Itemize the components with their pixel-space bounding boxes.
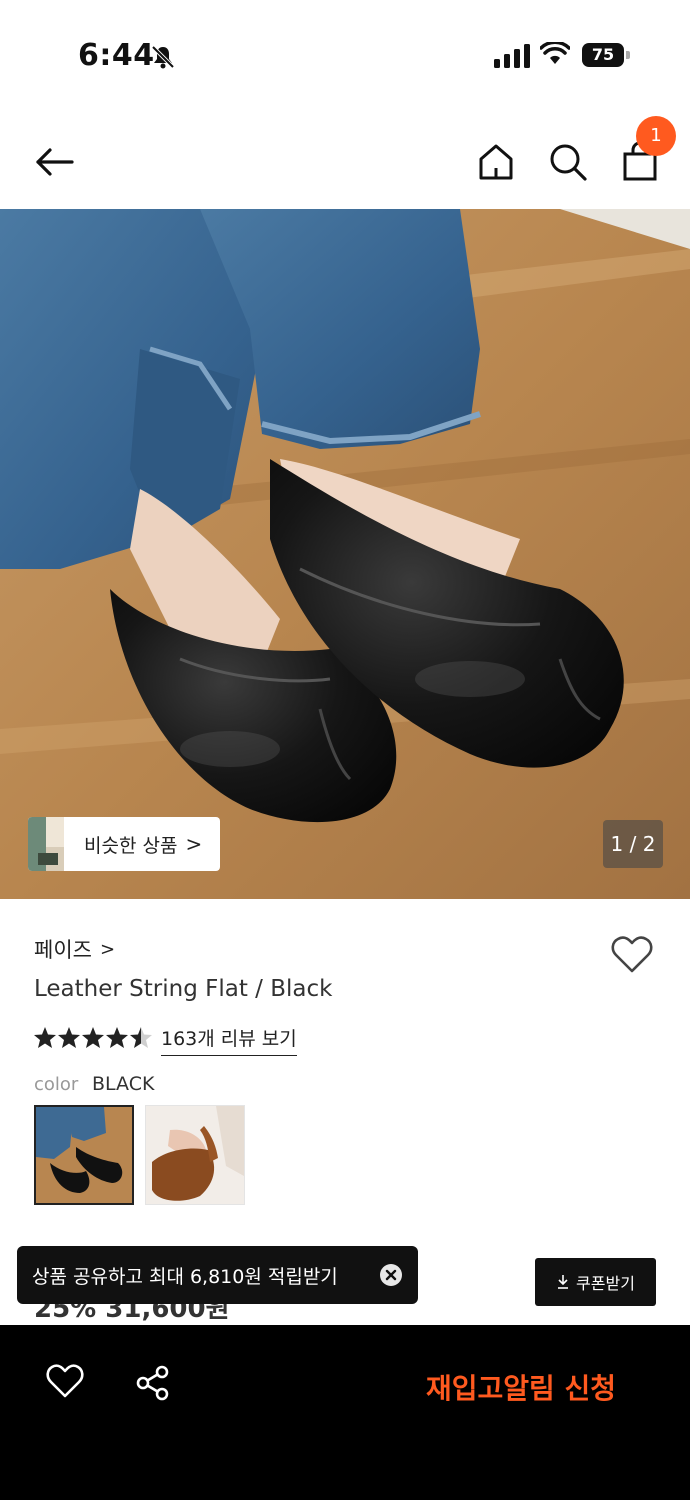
share-reward-toast: 상품 공유하고 최대 6,810원 적립받기 — [17, 1246, 418, 1304]
bottom-action-bar: 재입고알림 신청 — [0, 1325, 690, 1500]
brown-shoe-thumbnail — [146, 1106, 244, 1204]
color-swatch-brown[interactable] — [145, 1105, 245, 1205]
product-photo[interactable] — [0, 209, 690, 899]
similar-products-button[interactable]: 비슷한 상품 > — [28, 817, 220, 871]
black-shoe-thumbnail — [36, 1107, 132, 1203]
battery-level: 75 — [582, 43, 624, 67]
star-icon — [58, 1027, 80, 1048]
heart-icon[interactable] — [46, 1363, 84, 1399]
home-icon[interactable] — [474, 140, 518, 184]
close-icon[interactable] — [379, 1263, 403, 1287]
review-link[interactable]: 163개 리뷰 보기 — [161, 1024, 297, 1056]
bell-slash-icon — [151, 45, 175, 69]
rating-stars — [34, 1027, 152, 1048]
similar-products-thumbnail — [28, 817, 64, 871]
battery-cap — [626, 51, 630, 59]
coupon-label: 쿠폰받기 — [576, 1274, 635, 1293]
battery-indicator: 75 — [582, 43, 630, 67]
share-reward-text: 상품 공유하고 최대 6,810원 적립받기 — [32, 1265, 338, 1288]
color-option-value: BLACK — [92, 1073, 155, 1095]
restock-alert-button[interactable]: 재입고알림 신청 — [426, 1367, 616, 1407]
chevron-right-icon: > — [185, 832, 203, 856]
wishlist-heart-icon[interactable] — [610, 934, 654, 974]
status-time: 6:44 — [78, 38, 155, 73]
product-title: Leather String Flat / Black — [34, 976, 333, 1002]
cart-count-badge: 1 — [636, 116, 676, 156]
similar-products-label: 비슷한 상품 — [84, 834, 178, 857]
star-icon — [106, 1027, 128, 1048]
brand-link[interactable]: 페이즈 > — [34, 934, 115, 964]
brand-name: 페이즈 — [34, 938, 92, 962]
wifi-icon — [540, 42, 570, 64]
star-icon — [34, 1027, 56, 1048]
color-swatch-black[interactable] — [34, 1105, 134, 1205]
chevron-right-icon: > — [99, 938, 116, 960]
color-option-label: color — [34, 1074, 79, 1095]
star-icon — [82, 1027, 104, 1048]
search-icon[interactable] — [546, 140, 590, 184]
image-page-indicator: 1 / 2 — [603, 820, 663, 868]
status-bar: 6:44 75 — [0, 0, 690, 100]
half-star-icon — [130, 1027, 152, 1048]
back-arrow-icon[interactable] — [32, 140, 76, 184]
product-photo-illustration — [0, 209, 690, 899]
coupon-download-button[interactable]: 쿠폰받기 — [535, 1258, 656, 1306]
top-navigation — [0, 110, 690, 208]
download-icon — [558, 1275, 569, 1289]
share-icon[interactable] — [135, 1365, 171, 1401]
cellular-signal-icon — [494, 44, 530, 68]
